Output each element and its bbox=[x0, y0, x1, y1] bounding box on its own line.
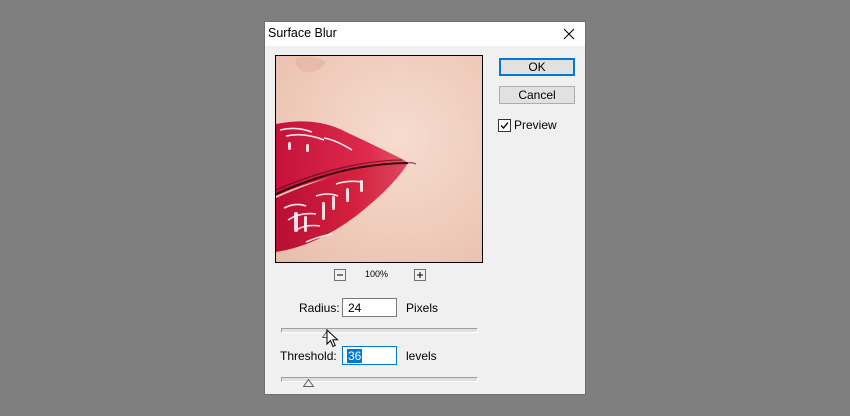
radius-input[interactable]: 24 bbox=[342, 298, 397, 317]
slider-thumb-icon bbox=[321, 329, 334, 338]
threshold-input[interactable]: 36 bbox=[342, 346, 397, 365]
ok-button[interactable]: OK bbox=[499, 58, 575, 76]
threshold-label: Threshold: bbox=[280, 349, 337, 363]
radius-slider-thumb[interactable] bbox=[321, 325, 334, 338]
zoom-out-button[interactable] bbox=[334, 269, 346, 281]
preview-checkbox[interactable] bbox=[498, 119, 511, 132]
threshold-value: 36 bbox=[347, 349, 363, 363]
plus-icon bbox=[417, 272, 423, 278]
title-bar: Surface Blur bbox=[265, 22, 585, 46]
preview-label: Preview bbox=[514, 118, 557, 132]
zoom-level: 100% bbox=[365, 269, 389, 279]
cancel-button[interactable]: Cancel bbox=[499, 86, 575, 104]
zoom-controls: 100% bbox=[265, 269, 505, 283]
threshold-unit: levels bbox=[406, 349, 437, 363]
radius-value: 24 bbox=[348, 301, 362, 315]
dialog-title: Surface Blur bbox=[268, 26, 337, 40]
surface-blur-dialog: Surface Blur 100% OK Cancel Preview Radi… bbox=[265, 22, 585, 394]
zoom-in-button[interactable] bbox=[414, 269, 426, 281]
lips-preview-image bbox=[276, 56, 482, 262]
radius-unit: Pixels bbox=[406, 301, 439, 315]
minus-icon bbox=[337, 274, 343, 276]
close-button[interactable] bbox=[555, 22, 585, 46]
threshold-slider-thumb[interactable] bbox=[302, 374, 315, 387]
checkmark-icon bbox=[500, 122, 509, 129]
preview-image-area[interactable] bbox=[275, 55, 483, 263]
slider-thumb-icon bbox=[302, 378, 315, 387]
close-icon bbox=[563, 28, 575, 40]
radius-label: Radius: bbox=[299, 301, 340, 315]
radius-slider[interactable] bbox=[281, 328, 478, 333]
